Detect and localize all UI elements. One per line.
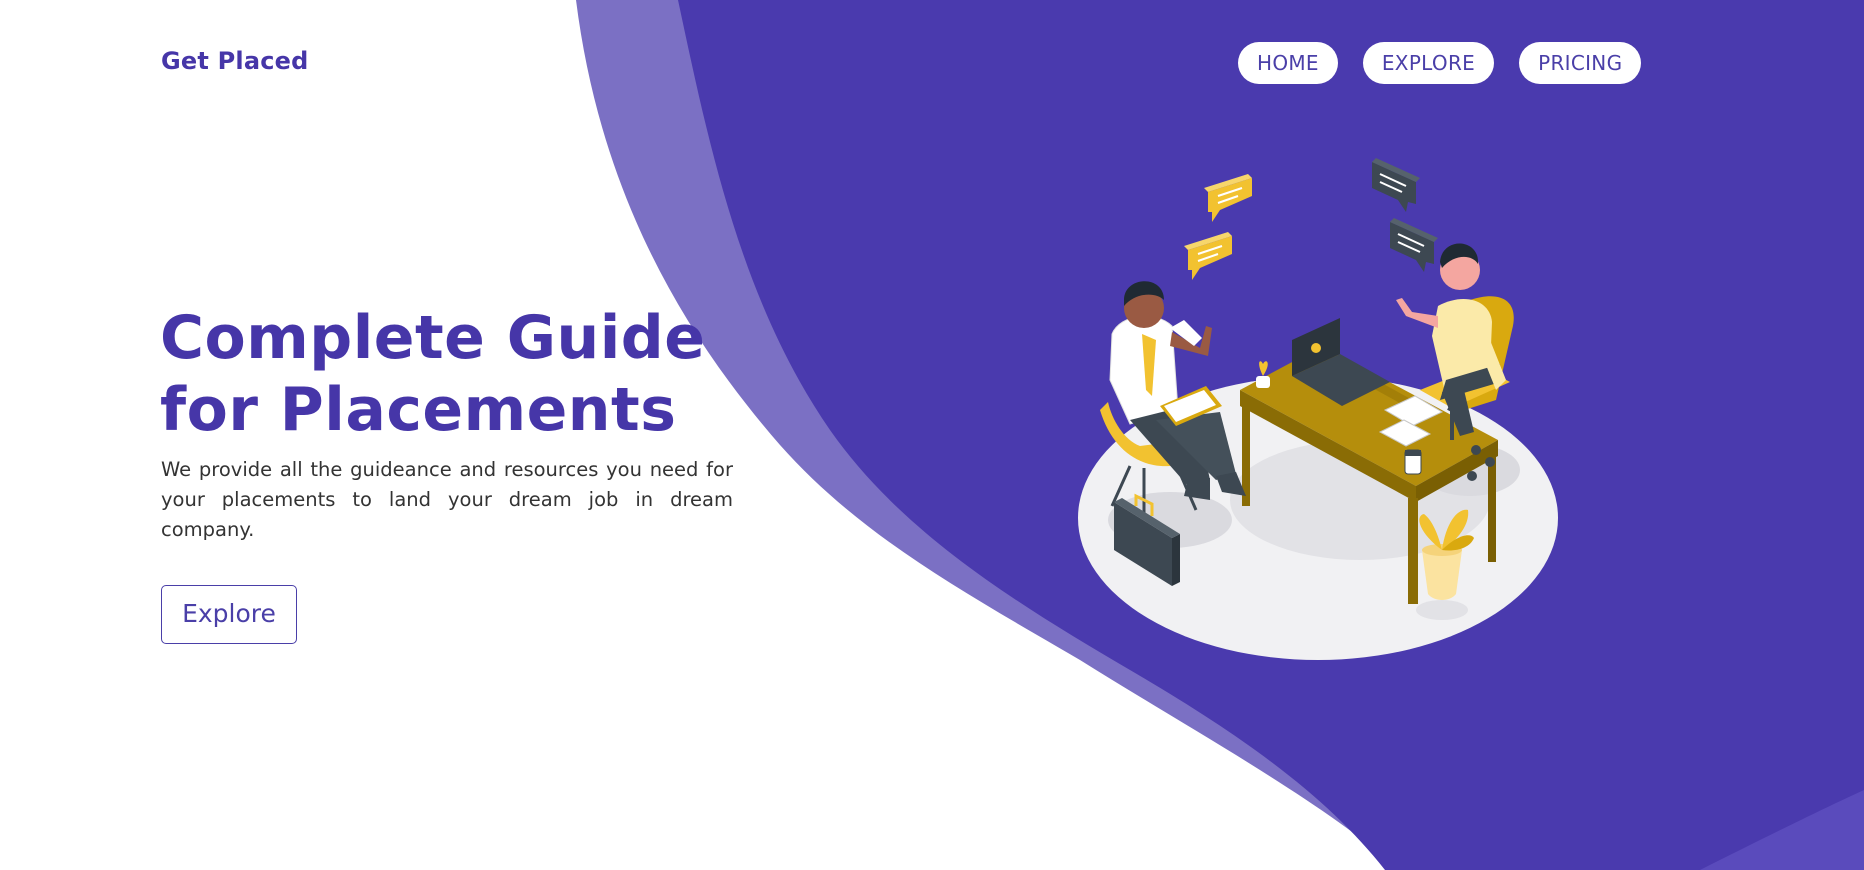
brand-logo-text[interactable]: Get Placed: [161, 47, 309, 75]
chat-bubble-yellow-top: [1204, 174, 1252, 222]
chat-bubble-dark-top: [1372, 158, 1420, 212]
nav-explore-button[interactable]: EXPLORE: [1362, 42, 1495, 84]
hero-description: We provide all the guideance and resourc…: [161, 458, 733, 541]
hero-title-line-1: Complete Guide: [160, 303, 706, 373]
coffee-cup: [1404, 449, 1422, 475]
top-navigation: HOME EXPLORE PRICING: [1238, 42, 1642, 84]
nav-home-button[interactable]: HOME: [1238, 42, 1338, 84]
chat-bubble-dark-bottom: [1390, 218, 1438, 272]
explore-cta-button[interactable]: Explore: [161, 585, 297, 644]
hero-title-line-2: for Placements: [160, 375, 677, 445]
nav-pricing-button[interactable]: PRICING: [1519, 42, 1642, 84]
hero-title: Complete Guide for Placements: [160, 302, 705, 446]
chat-bubble-yellow-bottom: [1184, 232, 1232, 280]
desk-plant-small: [1256, 361, 1270, 388]
job-interview-illustration: [1078, 158, 1558, 660]
